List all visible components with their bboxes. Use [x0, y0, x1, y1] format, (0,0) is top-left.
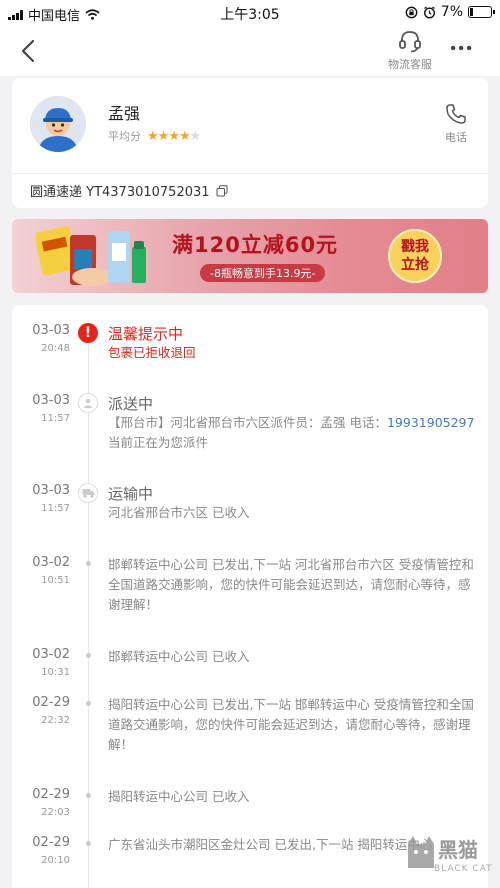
nav-bar: 物流客服 — [0, 26, 500, 76]
star-icon: ★ — [168, 128, 180, 144]
star-icon: ★ — [147, 128, 159, 144]
courier-avatar-image — [30, 96, 86, 152]
courier-rating: 平均分 ★★★★★ — [108, 128, 202, 144]
entry-description: 揭阳转运中心公司 已发出,下一站 邯郸转运中心 受疫情管控和全国道路交通影响，您… — [108, 697, 474, 752]
headset-icon — [399, 31, 421, 53]
call-label: 电话 — [445, 131, 467, 144]
timeline-dot — [86, 561, 91, 566]
entry-date: 03-03 — [32, 393, 70, 408]
phone-icon — [446, 104, 466, 124]
entry-description: 邯郸转运中心公司 已收入 — [108, 649, 250, 664]
entry-description: 揭阳转运中心公司 已收入 — [108, 789, 250, 804]
entry-description-text: 当前正在为您派件 — [108, 435, 209, 450]
alert-icon: ! — [78, 323, 98, 343]
entry-date: 02-29 — [32, 695, 70, 710]
entry-time: 10:51 — [41, 575, 70, 586]
entry-time: 20:48 — [41, 343, 70, 354]
logistics-service-button[interactable]: 物流客服 — [384, 28, 436, 72]
entry-time: 20:10 — [41, 855, 70, 866]
entry-date: 03-02 — [32, 647, 70, 662]
card-divider — [12, 173, 488, 174]
alarm-icon — [423, 5, 435, 19]
entry-time: 22:03 — [41, 807, 70, 818]
more-dots-icon[interactable] — [450, 44, 472, 52]
entry-date: 03-03 — [32, 323, 70, 338]
promo-banner[interactable]: 满120立减60元 -8瓶畅意到手13.9元- 戳我 立抢 — [12, 219, 488, 293]
promo-products-image — [36, 226, 146, 286]
courier-name: 孟强 — [108, 104, 141, 123]
tracking-number-row: 圆通速递 YT4373010752031 — [30, 181, 228, 200]
entry-description: 包裹已拒收退回 — [108, 345, 196, 360]
entry-time: 22:32 — [41, 715, 70, 726]
tracking-number: 圆通速递 YT4373010752031 — [30, 185, 210, 200]
entry-date: 02-29 — [32, 787, 70, 802]
entry-date: 03-02 — [32, 555, 70, 570]
status-bar: 中国电信 上午3:05 7% — [0, 0, 500, 26]
truck-icon — [78, 483, 98, 503]
status-bar-right: 7% — [405, 4, 495, 20]
entry-time: 10:31 — [41, 667, 70, 678]
copy-icon[interactable] — [216, 184, 228, 197]
promo-headline: 满120立减60元 — [172, 233, 339, 257]
entry-description: 【邢台市】河北省邢台市六区派件员：孟强 电话：19931905297 当前正在为… — [108, 413, 478, 453]
watermark-title: 黑猫 — [438, 838, 478, 862]
star-icon: ★ — [157, 128, 170, 144]
rating-label: 平均分 — [108, 130, 141, 143]
timeline-dot — [86, 701, 91, 706]
tracking-timeline: 03-03 20:48 ! 温馨提示中 包裹已拒收退回 03-03 11:57 … — [12, 305, 488, 888]
star-icon: ★ — [178, 128, 191, 144]
rating-stars: ★★★★★ — [147, 128, 202, 144]
entry-date: 02-29 — [32, 835, 70, 850]
person-icon — [78, 393, 98, 413]
battery-percent: 7% — [440, 4, 463, 20]
entry-time: 11:57 — [41, 413, 70, 424]
promo-grab-button[interactable]: 戳我 立抢 — [388, 229, 442, 283]
entry-status: 派送中 — [108, 395, 154, 413]
courier-avatar — [30, 96, 86, 152]
battery-icon — [468, 6, 495, 18]
entry-status: 温馨提示中 — [108, 325, 184, 343]
entry-description: 河北省邢台市六区 已收入 — [108, 505, 250, 520]
watermark: 黑猫 BLACK CAT — [404, 834, 496, 886]
call-button[interactable]: 电话 — [436, 102, 476, 145]
entry-description-text: 【邢台市】河北省邢台市六区派件员：孟强 电话： — [108, 415, 387, 430]
service-label: 物流客服 — [388, 58, 432, 71]
promo-grab-label: 戳我 立抢 — [401, 239, 429, 273]
timeline-dot — [86, 653, 91, 658]
watermark-subtitle: BLACK CAT — [434, 864, 493, 874]
courier-card: 孟强 平均分 ★★★★★ 电话 圆通速递 YT4373010752031 — [12, 78, 488, 208]
star-icon: ★ — [189, 128, 202, 144]
orientation-lock-icon — [405, 6, 418, 18]
entry-status: 运输中 — [108, 485, 154, 503]
timeline-dot — [86, 841, 91, 846]
back-arrow-icon[interactable] — [18, 36, 40, 66]
entry-time: 11:57 — [41, 503, 70, 514]
promo-subline: -8瓶畅意到手13.9元- — [200, 264, 326, 282]
entry-description: 邯郸转运中心公司 已发出,下一站 河北省邢台市六区 受疫情管控和全国道路交通影响… — [108, 557, 474, 612]
courier-phone-link[interactable]: 19931905297 — [387, 415, 474, 430]
entry-date: 03-03 — [32, 483, 70, 498]
timeline-dot — [86, 793, 91, 798]
cat-logo-icon — [408, 836, 434, 868]
